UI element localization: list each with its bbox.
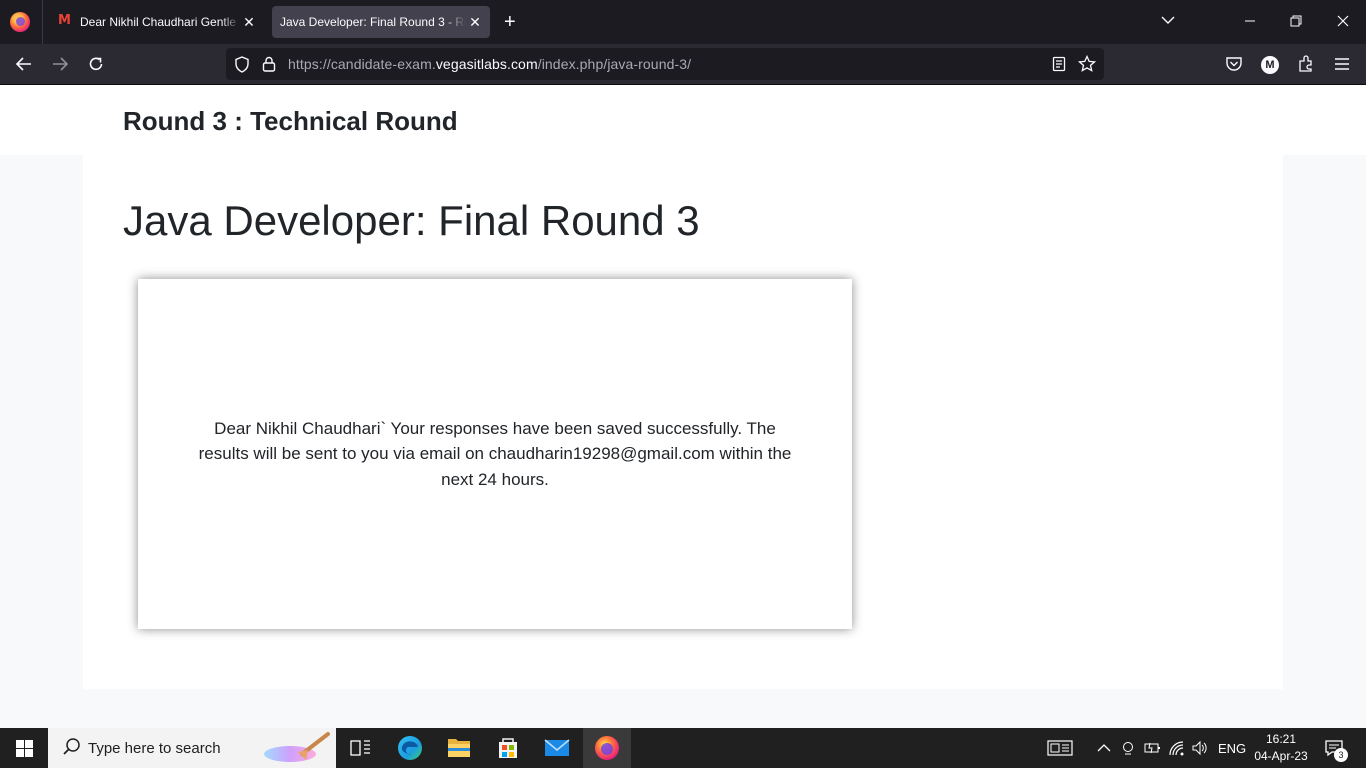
url-prefix: https://candidate-exam. <box>288 56 436 72</box>
notification-badge: 3 <box>1334 748 1348 762</box>
language-indicator[interactable]: ENG <box>1218 741 1246 756</box>
tab-java-round[interactable]: Java Developer: Final Round 3 - Roun ✕ <box>272 6 490 38</box>
forward-icon[interactable] <box>51 56 69 72</box>
taskbar-search[interactable]: Type here to search <box>48 728 336 768</box>
restore-icon[interactable] <box>1290 15 1302 27</box>
clock-date: 04-Apr-23 <box>1254 749 1308 763</box>
browser-nav-bar: https://candidate-exam.vegasitlabs.com/i… <box>0 44 1366 85</box>
star-icon[interactable] <box>1078 55 1096 73</box>
main-content: Java Developer: Final Round 3 Dear Nikhi… <box>83 155 1283 689</box>
search-placeholder: Type here to search <box>88 740 221 757</box>
url-bar[interactable]: https://candidate-exam.vegasitlabs.com/i… <box>226 48 1104 80</box>
volume-icon[interactable] <box>1191 740 1209 756</box>
page-title: Java Developer: Final Round 3 <box>123 197 700 244</box>
battery-icon[interactable] <box>1143 741 1161 755</box>
mail-icon[interactable] <box>533 728 581 768</box>
chevron-up-icon[interactable] <box>1097 743 1111 753</box>
clock[interactable]: 16:21 04-Apr-23 <box>1250 731 1312 765</box>
windows-taskbar: Type here to search ENG 16:21 04-Apr-23 … <box>0 728 1366 768</box>
tab-separator <box>42 0 43 44</box>
pocket-icon[interactable] <box>1225 56 1243 72</box>
extensions-icon[interactable] <box>1297 55 1315 73</box>
firefox-icon[interactable] <box>10 12 30 32</box>
tab-title: Java Developer: Final Round 3 - Roun <box>280 15 466 29</box>
task-view-icon[interactable] <box>336 728 384 768</box>
lock-icon[interactable] <box>262 56 276 72</box>
edge-icon[interactable] <box>386 728 434 768</box>
browser-tab-bar: Dear Nikhil Chaudhari Gentle Re ✕ Java D… <box>0 0 1366 44</box>
firefox-taskbar-icon[interactable] <box>583 728 631 768</box>
wifi-icon[interactable] <box>1168 740 1186 756</box>
close-icon[interactable]: ✕ <box>242 14 256 31</box>
store-icon[interactable] <box>484 728 532 768</box>
search-highlight-image <box>264 732 330 762</box>
confirmation-card: Dear Nikhil Chaudhari` Your responses ha… <box>138 279 852 629</box>
clock-time: 16:21 <box>1265 732 1297 746</box>
url-text[interactable]: https://candidate-exam.vegasitlabs.com/i… <box>288 56 691 72</box>
tab-gmail[interactable]: Dear Nikhil Chaudhari Gentle Re ✕ <box>50 6 264 38</box>
menu-icon[interactable] <box>1334 57 1350 71</box>
tab-title: Dear Nikhil Chaudhari Gentle Re <box>80 15 240 29</box>
news-widget-icon[interactable] <box>1047 740 1073 756</box>
search-icon <box>63 738 80 755</box>
site-header: Round 3 : Technical Round <box>0 85 1366 155</box>
chevron-down-icon[interactable] <box>1160 12 1176 28</box>
back-icon[interactable] <box>15 56 33 72</box>
file-explorer-icon[interactable] <box>435 728 483 768</box>
url-domain: vegasitlabs.com <box>435 56 538 72</box>
shield-icon[interactable] <box>234 56 250 73</box>
gmail-icon <box>58 13 74 28</box>
close-icon[interactable]: ✕ <box>468 14 482 31</box>
site-title: Round 3 : Technical Round <box>123 106 458 136</box>
close-window-icon[interactable] <box>1337 15 1349 27</box>
plus-icon[interactable]: + <box>504 10 516 34</box>
reader-icon[interactable] <box>1052 56 1066 72</box>
windows-icon[interactable] <box>16 740 33 757</box>
url-path: /index.php/java-round-3/ <box>537 56 692 72</box>
avatar[interactable]: M <box>1261 56 1279 74</box>
minimize-icon[interactable] <box>1244 15 1256 27</box>
reload-icon[interactable] <box>87 55 105 73</box>
confirmation-message: Dear Nikhil Chaudhari` Your responses ha… <box>198 418 792 489</box>
camera-icon[interactable] <box>1120 740 1136 756</box>
